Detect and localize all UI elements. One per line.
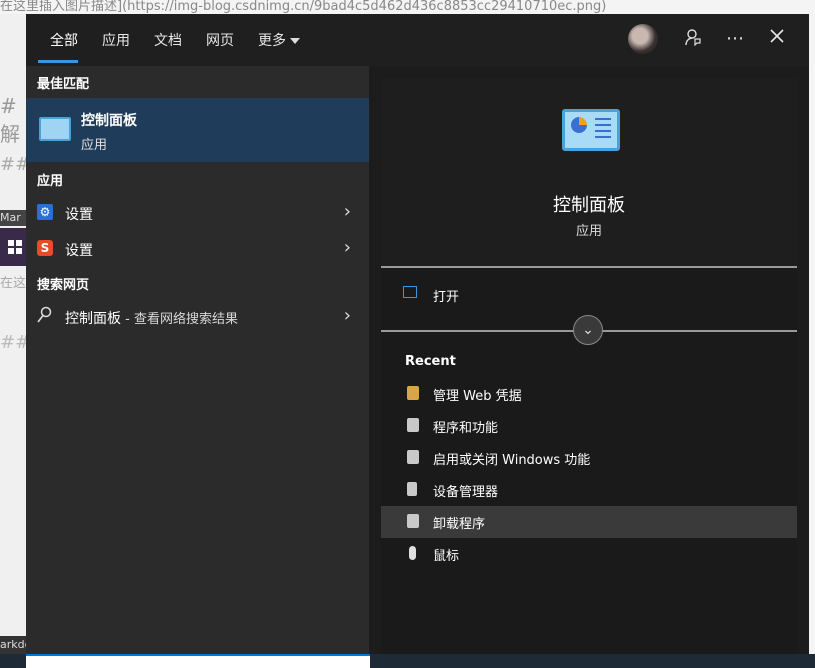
open-action[interactable]: 打开 [381,280,797,312]
web-search-heading: 搜索网页 [37,278,90,293]
recent-item-label: 程序和功能 [433,421,499,436]
credential-icon [407,386,419,400]
close-icon[interactable] [766,28,788,50]
best-match-item[interactable]: 控制面板 应用 [26,98,369,162]
chevron-right-icon[interactable]: › [344,237,351,258]
taskbar-search-box[interactable] [26,654,370,668]
recent-item-device-manager[interactable]: 设备管理器 [381,474,797,506]
preview-header: 控制面板 应用 [381,78,797,266]
chevron-down-icon [290,38,300,44]
best-match-type: 应用 [81,138,108,153]
apps-heading: 应用 [37,174,64,189]
web-search-query: 控制面板 [65,311,121,327]
tab-more-label: 更多 [258,33,286,49]
gear-icon: ⚙ [37,204,53,220]
background-url-text: 在这里插入图片描述](https://img-blog.csdnimg.cn/9… [0,0,815,14]
bg-tab-2: arkdo [0,636,26,654]
web-search-label: 控制面板 - 查看网络搜索结果 [65,308,238,328]
recent-item-programs-and-features[interactable]: 程序和功能 [381,410,797,442]
recent-item-windows-features[interactable]: 启用或关闭 Windows 功能 [381,442,797,474]
recent-item-manage-web-credentials[interactable]: 管理 Web 凭据 [381,378,797,410]
list-lines-icon [595,118,611,120]
avatar[interactable] [628,24,658,54]
tab-all[interactable]: 全部 [50,30,78,50]
bg-heading: # 解 [0,94,20,146]
bg-text: 在这 [0,276,26,291]
preview-app-name: 控制面板 [553,195,625,216]
app-result-settings[interactable]: ⚙ 设置 › [26,196,369,230]
programs-icon [407,514,419,528]
app-result-label: 设置 [65,243,93,259]
active-tab-indicator [38,60,78,63]
windows-logo-icon [8,240,22,254]
tab-documents[interactable]: 文档 [154,30,182,50]
bg-heading-2: ## [0,154,26,175]
recent-item-label: 管理 Web 凭据 [433,389,522,404]
preview-card: 控制面板 应用 打开 ⌄ Recent 管理 Web 凭据 程序和功能 启用或关 [381,78,797,654]
mouse-icon [409,546,416,560]
open-label: 打开 [433,290,460,305]
control-panel-large-icon [562,109,620,151]
preview-pane: 控制面板 应用 打开 ⌄ Recent 管理 Web 凭据 程序和功能 启用或关 [369,66,809,654]
tab-more[interactable]: 更多 [258,30,300,50]
recent-heading: Recent [405,354,456,369]
background-left-editor: # 解 ## Mar 在这 ## arkdo [0,14,26,654]
chevron-right-icon[interactable]: › [344,201,351,222]
ellipsis-icon[interactable]: ⋯ [724,28,746,50]
feedback-icon[interactable] [682,28,704,50]
search-panel: 全部 应用 文档 网页 更多 ⋯ 最佳匹配 控制面板 应用 应用 ⚙ 设置 › … [26,14,809,654]
recent-item-mouse[interactable]: 鼠标 [381,538,797,570]
bg-heading-3: ## [0,332,26,353]
device-manager-icon [407,482,417,496]
best-match-heading: 最佳匹配 [37,77,90,92]
programs-icon [407,450,419,464]
app-result-label: 设置 [65,207,93,223]
programs-icon [407,418,419,432]
results-list: 最佳匹配 控制面板 应用 应用 ⚙ 设置 › S 设置 › 搜索网页 控制面板 … [26,66,369,654]
recent-item-label: 卸载程序 [433,517,486,532]
control-panel-icon [39,117,71,141]
web-search-result[interactable]: 控制面板 - 查看网络搜索结果 › [26,300,369,334]
background-right-edge [809,14,815,654]
recent-item-label: 设备管理器 [433,485,499,500]
tab-web[interactable]: 网页 [206,30,234,50]
open-icon [403,286,417,298]
web-search-suffix: - 查看网络搜索结果 [121,312,238,327]
preview-app-type: 应用 [575,224,602,239]
best-match-name: 控制面板 [81,113,137,129]
chevron-right-icon[interactable]: › [344,305,351,326]
expand-chevron-button[interactable]: ⌄ [573,315,603,345]
preview-divider [381,266,797,268]
app-result-sogou-settings[interactable]: S 设置 › [26,232,369,266]
recent-item-label: 启用或关闭 Windows 功能 [433,453,591,468]
search-topbar: 全部 应用 文档 网页 更多 ⋯ [26,14,809,66]
search-icon [36,306,52,328]
bg-tab: Mar [0,210,26,226]
pie-chart-icon [571,117,587,133]
recent-item-label: 鼠标 [433,549,460,564]
recent-item-uninstall-program[interactable]: 卸载程序 [381,506,797,538]
taskbar [0,654,815,668]
sogou-icon: S [37,240,53,256]
tab-apps[interactable]: 应用 [102,30,130,50]
